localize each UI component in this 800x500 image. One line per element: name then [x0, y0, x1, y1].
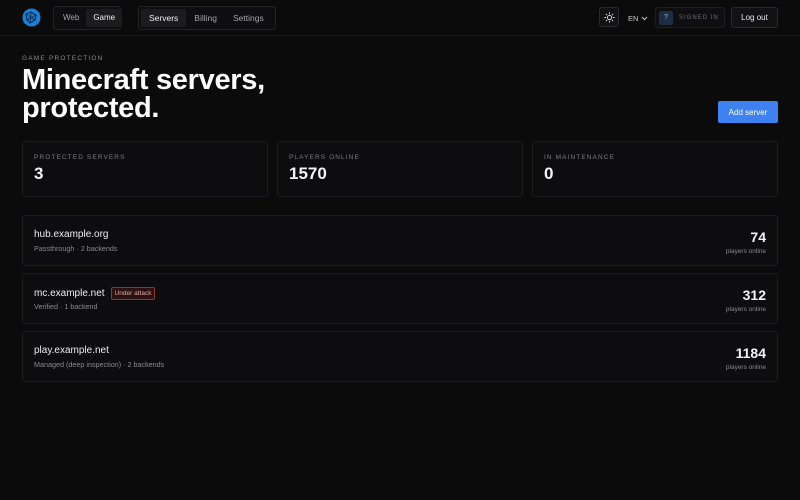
- tab-settings[interactable]: Settings: [225, 9, 272, 27]
- players-count: 312: [742, 287, 766, 303]
- server-hostname: hub.example.org: [34, 229, 109, 240]
- logout-button[interactable]: Log out: [731, 7, 778, 28]
- section-eyebrow: GAME PROTECTION: [22, 55, 104, 62]
- user-status: ? SIGNED IN: [655, 7, 725, 28]
- mode-tab-game[interactable]: Game: [86, 9, 123, 27]
- tab-servers[interactable]: Servers: [141, 9, 187, 27]
- players-count: 1184: [735, 345, 766, 361]
- server-meta: Verified · 1 backend: [34, 302, 98, 311]
- signed-in-label: SIGNED IN: [679, 14, 719, 21]
- server-meta: Managed (deep inspection) · 2 backends: [34, 360, 165, 369]
- server-host-wrap: mc.example.net Under attack: [34, 287, 156, 300]
- players-count-label: players online: [725, 306, 766, 313]
- chevron-down-icon: [642, 16, 648, 20]
- players-count-label: players online: [725, 248, 766, 255]
- server-hostname: play.example.net: [34, 345, 109, 356]
- stat-label: IN MAINTENANCE: [544, 154, 616, 161]
- server-host-wrap: play.example.net: [34, 345, 109, 356]
- stat-value: 0: [544, 164, 554, 183]
- stat-card-protected-servers: PROTECTED SERVERS 3: [22, 141, 268, 197]
- page-title: Minecraft servers, protected.: [22, 64, 265, 124]
- server-row-play[interactable]: play.example.net Managed (deep inspectio…: [22, 331, 778, 382]
- main-nav: Servers Billing Settings: [138, 6, 276, 30]
- stat-label: PLAYERS ONLINE: [289, 154, 360, 161]
- players-count: 74: [750, 229, 766, 245]
- logo-icon[interactable]: [22, 8, 41, 27]
- stat-label: PROTECTED SERVERS: [34, 154, 126, 161]
- add-server-button[interactable]: Add server: [718, 101, 778, 123]
- stat-value: 1570: [289, 164, 327, 183]
- language-selector[interactable]: EN: [628, 12, 648, 24]
- stat-value: 3: [34, 164, 44, 183]
- server-host-wrap: hub.example.org: [34, 229, 109, 240]
- mode-switcher: Web Game: [53, 6, 123, 30]
- server-row-hub[interactable]: hub.example.org Passthrough · 2 backends…: [22, 215, 778, 266]
- top-bar: Web Game Servers Billing Settings EN ? S…: [0, 0, 800, 36]
- stat-card-in-maintenance: IN MAINTENANCE 0: [532, 141, 778, 197]
- mode-tab-web[interactable]: Web: [56, 9, 86, 27]
- sun-icon: [603, 11, 615, 23]
- theme-toggle-button[interactable]: [599, 7, 619, 27]
- status-badge: Under attack: [110, 287, 156, 300]
- stat-card-players-online: PLAYERS ONLINE 1570: [277, 141, 523, 197]
- server-meta: Passthrough · 2 backends: [34, 244, 118, 253]
- players-count-label: players online: [725, 364, 766, 371]
- server-row-mc[interactable]: mc.example.net Under attack Verified · 1…: [22, 273, 778, 324]
- tab-billing[interactable]: Billing: [186, 9, 225, 27]
- avatar[interactable]: ?: [659, 10, 673, 25]
- server-hostname: mc.example.net: [34, 288, 105, 299]
- language-label: EN: [628, 13, 639, 23]
